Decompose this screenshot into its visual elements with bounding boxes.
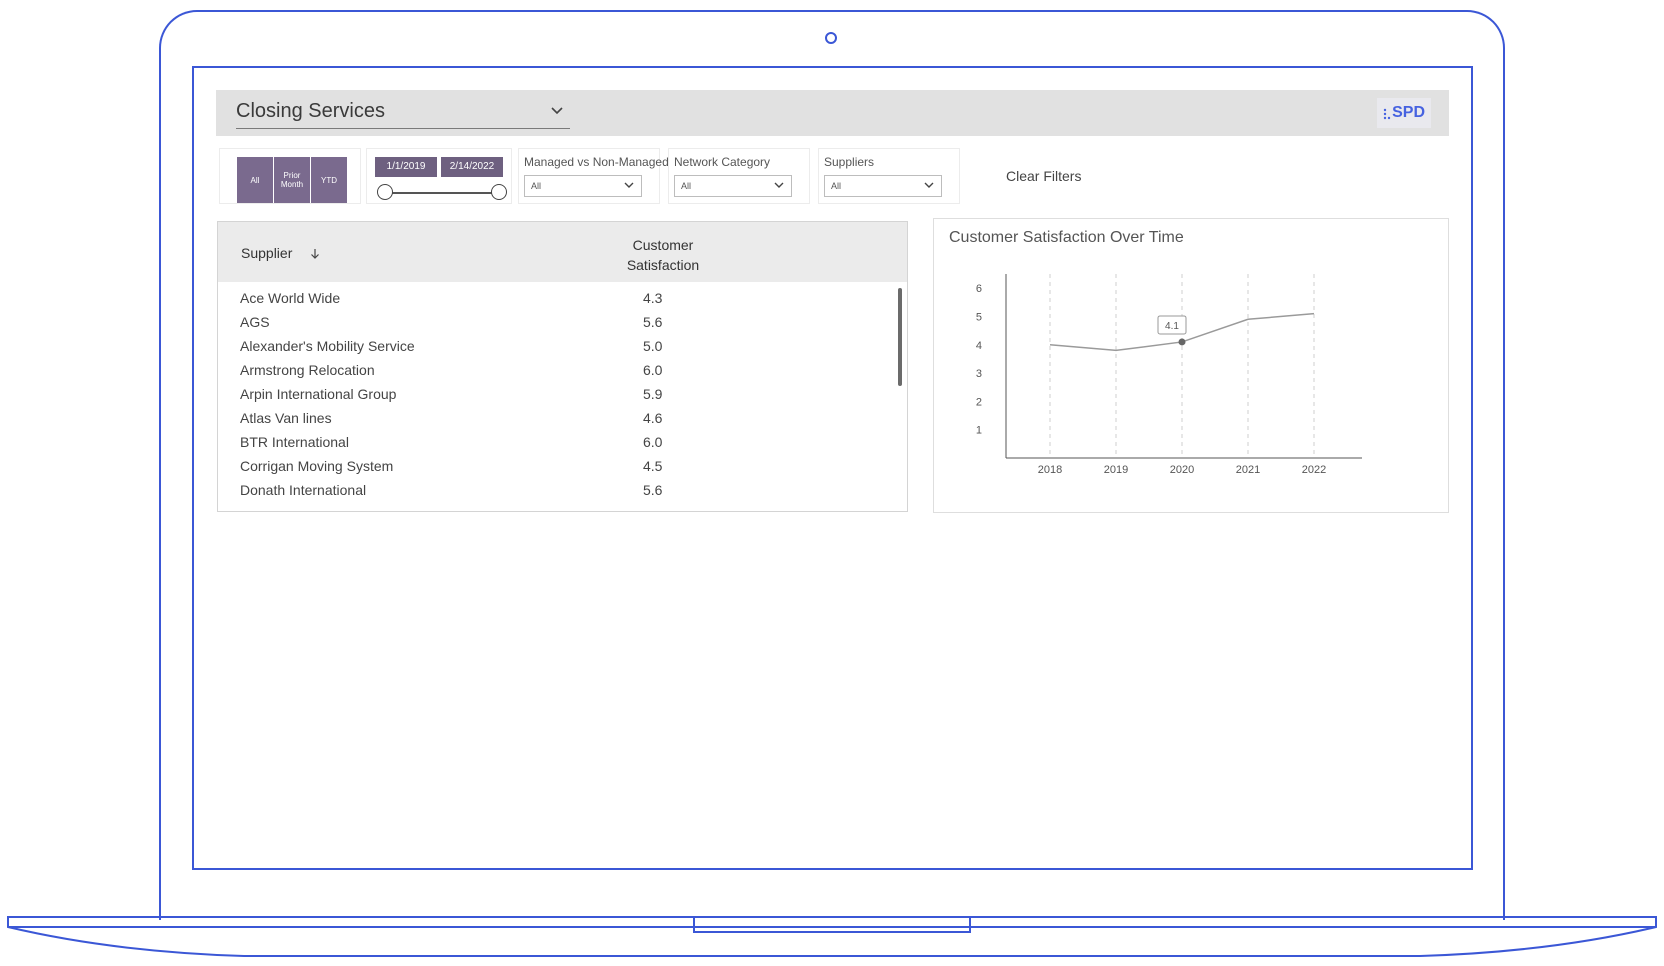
satisfaction-score: 5.6 [643, 482, 663, 498]
table-header: Supplier Customer Satisfaction [218, 222, 907, 282]
x-tick-label: 2020 [1170, 464, 1194, 476]
satisfaction-score: 4.5 [643, 458, 663, 474]
table-row[interactable]: Atlas Van lines 4.6 [218, 406, 878, 430]
chevron-down-icon [624, 182, 634, 188]
chevron-down-icon [924, 182, 934, 188]
managed-filter-value: All [531, 181, 542, 191]
page-title-dropdown[interactable]: Closing Services [236, 100, 570, 129]
suppliers-filter: Suppliers All [818, 148, 960, 204]
y-tick-label: 5 [976, 311, 982, 323]
satisfaction-score: 5.9 [643, 386, 663, 402]
period-button-prior-month[interactable]: Prior Month [274, 157, 310, 203]
network-category-filter: Network Category All [668, 148, 810, 204]
satisfaction-score: 4.3 [643, 290, 663, 306]
date-slider-track[interactable] [385, 192, 501, 194]
table-row[interactable]: Armstrong Relocation 6.0 [218, 358, 878, 382]
date-slider-end-handle[interactable] [491, 184, 507, 200]
page-title: Closing Services [236, 100, 385, 122]
logo-text: SPD [1392, 104, 1425, 121]
period-button-ytd[interactable]: YTD [311, 157, 347, 203]
page-header: Closing Services SPD [216, 90, 1449, 136]
chevron-down-icon [551, 107, 563, 115]
suppliers-filter-value: All [831, 181, 842, 191]
network-category-value: All [681, 181, 692, 191]
chevron-down-icon [774, 182, 784, 188]
date-range-filter: 1/1/2019 2/14/2022 [366, 148, 512, 204]
camera-icon [825, 32, 837, 44]
logo-dots-icon [1383, 108, 1391, 120]
supplier-name: Armstrong Relocation [240, 362, 375, 378]
clear-filters-button[interactable]: Clear Filters [1006, 168, 1081, 184]
supplier-name: Ace World Wide [240, 290, 341, 306]
laptop-base [7, 916, 1657, 957]
supplier-name: Donath International [240, 482, 367, 498]
period-filter: All Prior Month YTD [219, 148, 361, 204]
y-tick-label: 3 [976, 368, 982, 380]
suppliers-filter-select[interactable]: All [824, 175, 942, 197]
table-row[interactable]: Donath International 5.6 [218, 478, 878, 502]
managed-filter-label: Managed vs Non-Managed [524, 155, 669, 169]
tooltip-label: 4.1 [1165, 321, 1179, 332]
supplier-name: Arpin International Group [240, 386, 397, 402]
data-point [1178, 338, 1186, 346]
column-header-customer-satisfaction[interactable]: Customer Satisfaction [608, 235, 718, 275]
supplier-name: AGS [240, 314, 270, 330]
satisfaction-score: 4.6 [643, 410, 663, 426]
app-screen: Closing Services SPD All Prior Month YTD… [192, 66, 1473, 870]
satisfaction-score: 5.6 [643, 314, 663, 330]
column-header-supplier[interactable]: Supplier [241, 245, 292, 261]
satisfaction-chart: Customer Satisfaction Over Time 1 2 3 4 5 6 20… [933, 218, 1449, 513]
table-row[interactable]: Arpin International Group 5.9 [218, 382, 878, 406]
managed-filter-select[interactable]: All [524, 175, 642, 197]
supplier-name: Corrigan Moving System [240, 458, 394, 474]
satisfaction-score: 6.0 [643, 362, 663, 378]
table-row[interactable]: BTR International 6.0 [218, 430, 878, 454]
x-tick-label: 2021 [1236, 464, 1260, 476]
satisfaction-score: 5.0 [643, 338, 663, 354]
date-slider-start-handle[interactable] [377, 184, 393, 200]
network-category-label: Network Category [674, 155, 771, 169]
spd-logo: SPD [1377, 98, 1431, 128]
table-row[interactable]: Alexander's Mobility Service 5.0 [218, 334, 878, 358]
supplier-name: Alexander's Mobility Service [240, 338, 415, 354]
x-tick-label: 2019 [1104, 464, 1128, 476]
start-date-input[interactable]: 1/1/2019 [375, 157, 437, 177]
x-tick-label: 2018 [1038, 464, 1062, 476]
satisfaction-score: 6.0 [643, 434, 663, 450]
line-chart: 1 2 3 4 5 6 2018 2019 2020 2021 2022 4.1 [976, 274, 1362, 476]
table-row[interactable]: Ace World Wide 4.3 [218, 286, 878, 310]
y-tick-label: 1 [976, 425, 982, 437]
supplier-name: BTR International [240, 434, 349, 450]
network-category-select[interactable]: All [674, 175, 792, 197]
supplier-name: Atlas Van lines [240, 410, 332, 426]
managed-filter: Managed vs Non-Managed All [518, 148, 669, 204]
x-tick-label: 2022 [1302, 464, 1326, 476]
suppliers-filter-label: Suppliers [824, 155, 875, 169]
table-row[interactable]: Corrigan Moving System 4.5 [218, 454, 878, 478]
y-tick-label: 6 [976, 283, 982, 295]
y-tick-label: 4 [976, 340, 982, 352]
table-scrollbar[interactable] [898, 288, 902, 386]
supplier-table: Supplier Customer Satisfaction Ace World… [217, 221, 908, 512]
arrow-down-icon[interactable] [310, 248, 320, 260]
y-tick-label: 2 [976, 396, 982, 408]
period-button-all[interactable]: All [237, 157, 273, 203]
table-row[interactable]: AGS 5.6 [218, 310, 878, 334]
end-date-input[interactable]: 2/14/2022 [441, 157, 503, 177]
